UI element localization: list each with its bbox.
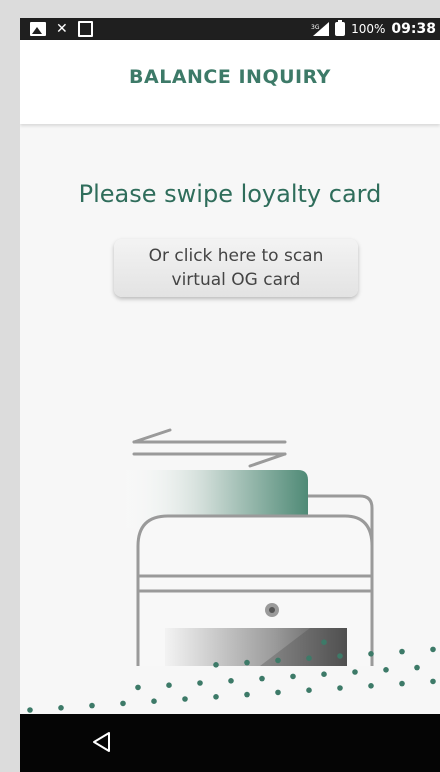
signal-icon: 3G bbox=[311, 22, 330, 36]
pattern-dot bbox=[430, 678, 436, 685]
pattern-dot bbox=[151, 698, 157, 704]
pattern-dot bbox=[337, 685, 343, 691]
pattern-dot bbox=[275, 657, 281, 664]
pattern-dot bbox=[306, 655, 312, 661]
dot-pattern-decoration bbox=[20, 638, 440, 718]
page-title: BALANCE INQUIRY bbox=[129, 66, 331, 88]
pattern-dot bbox=[399, 648, 405, 655]
pattern-dot bbox=[244, 691, 250, 698]
image-icon bbox=[30, 22, 46, 36]
pattern-dot bbox=[259, 675, 265, 682]
document-icon bbox=[77, 21, 93, 37]
back-triangle-icon[interactable] bbox=[90, 730, 114, 754]
network-label: 3G bbox=[311, 24, 320, 31]
card-swipe-reader-illustration bbox=[110, 416, 390, 670]
close-icon: ✕ bbox=[56, 21, 68, 37]
pattern-dot bbox=[290, 673, 296, 680]
pattern-dot bbox=[321, 671, 327, 677]
swipe-prompt: Please swipe loyalty card bbox=[78, 180, 382, 208]
pattern-dot bbox=[275, 689, 281, 696]
pattern-dot bbox=[228, 678, 234, 684]
pattern-dot bbox=[58, 705, 64, 711]
swipe-arrows-icon bbox=[132, 428, 287, 468]
pattern-dot bbox=[27, 707, 33, 713]
clock: 09:38 bbox=[391, 21, 436, 37]
pattern-dot bbox=[321, 639, 327, 645]
pattern-dot bbox=[213, 694, 219, 700]
pattern-dot bbox=[368, 651, 374, 657]
pattern-dot bbox=[430, 646, 436, 653]
pattern-dot bbox=[244, 659, 250, 666]
pattern-dot bbox=[135, 684, 141, 691]
pattern-dot bbox=[399, 680, 405, 687]
pattern-dot bbox=[120, 700, 126, 707]
status-bar: ✕ 3G 100% 09:38 bbox=[20, 18, 440, 40]
pattern-dot bbox=[213, 662, 219, 668]
battery-icon bbox=[335, 20, 346, 36]
pattern-dot bbox=[383, 667, 389, 673]
status-right-icons: 3G 100% 09:38 bbox=[311, 20, 436, 37]
pattern-dot bbox=[414, 664, 420, 671]
pattern-dot bbox=[352, 669, 358, 675]
navigation-bar bbox=[20, 714, 440, 772]
pattern-dot bbox=[368, 683, 374, 689]
device-screen: ✕ 3G 100% 09:38 BALANCE INQUIRY Please s… bbox=[20, 18, 440, 772]
pattern-dot bbox=[197, 680, 203, 686]
pattern-dot bbox=[337, 653, 343, 659]
pattern-dot bbox=[306, 687, 312, 693]
page-header: BALANCE INQUIRY bbox=[20, 40, 440, 124]
scan-virtual-card-button[interactable]: Or click here to scan virtual OG card bbox=[114, 239, 358, 297]
pattern-dot bbox=[182, 696, 188, 702]
status-left-icons: ✕ bbox=[30, 21, 93, 37]
pattern-dot bbox=[166, 682, 172, 688]
battery-text: 100% bbox=[351, 22, 386, 36]
pattern-dot bbox=[89, 702, 95, 709]
